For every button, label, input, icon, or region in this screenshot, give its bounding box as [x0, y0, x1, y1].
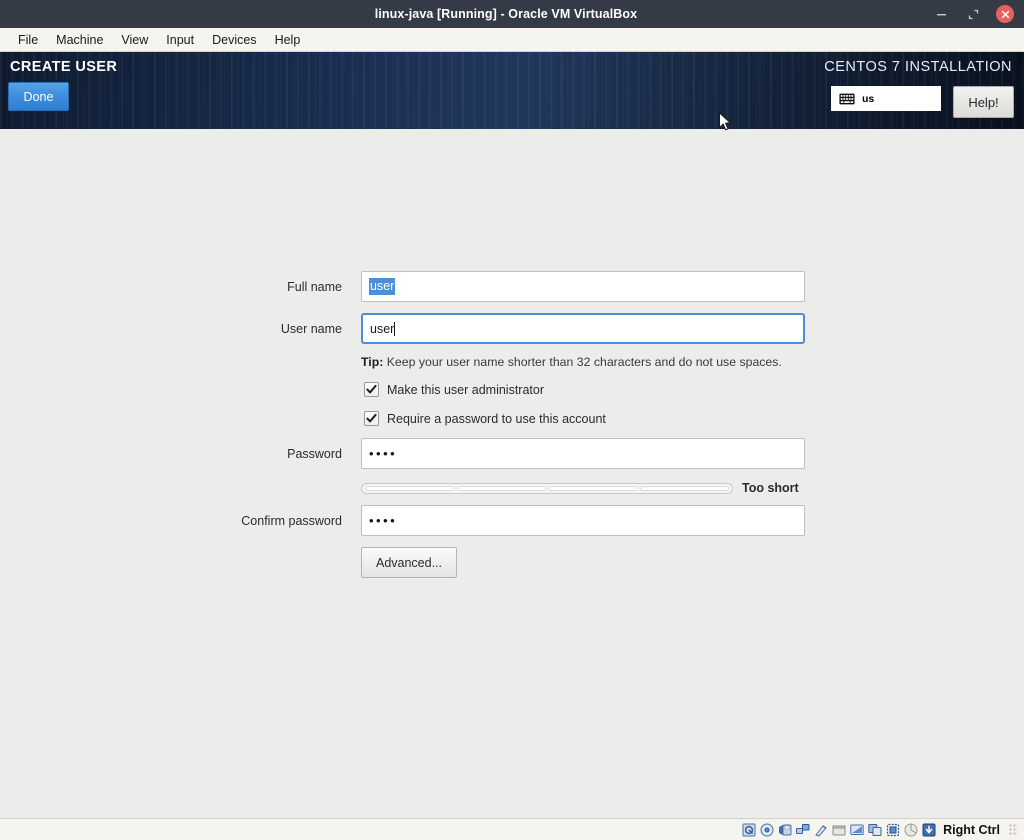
- user-name-value: user: [370, 321, 395, 336]
- vbox-statusbar: Right Ctrl: [0, 818, 1024, 840]
- installer-header: CREATE USER Done CENTOS 7 INSTALLATION u…: [0, 52, 1024, 129]
- minimize-button[interactable]: [932, 5, 950, 23]
- installer-form: Full name user User name user Tip: Keep …: [0, 129, 1024, 818]
- strength-segment: [639, 485, 729, 491]
- optical-disk-icon[interactable]: [759, 822, 774, 837]
- menu-input[interactable]: Input: [157, 31, 203, 49]
- usb-icon[interactable]: [813, 822, 828, 837]
- close-icon: [1001, 10, 1009, 18]
- keyboard-icon: [839, 93, 855, 104]
- user-name-label: User name: [280, 321, 342, 336]
- user-name-row: User name user: [129, 313, 805, 344]
- confirm-password-value: ••••: [369, 513, 398, 528]
- username-tip: Tip: Keep your user name shorter than 32…: [361, 355, 782, 369]
- admin-checkbox-label: Make this user administrator: [387, 382, 545, 397]
- shared-folder-icon[interactable]: [831, 822, 846, 837]
- require-password-checkbox-label: Require a password to use this account: [387, 411, 606, 426]
- host-key-icon[interactable]: [921, 822, 936, 837]
- require-password-checkbox-row[interactable]: Require a password to use this account: [364, 411, 606, 426]
- installer-brand: CENTOS 7 INSTALLATION: [824, 59, 1012, 75]
- host-key-label: Right Ctrl: [943, 822, 1000, 837]
- network-icon[interactable]: [795, 822, 810, 837]
- guest-screen: CREATE USER Done CENTOS 7 INSTALLATION u…: [0, 52, 1024, 818]
- close-button[interactable]: [996, 5, 1014, 23]
- window-title: linux-java [Running] - Oracle VM Virtual…: [374, 7, 638, 21]
- shared-clipboard-icon[interactable]: [867, 822, 882, 837]
- menu-view[interactable]: View: [112, 31, 157, 49]
- password-label: Password: [287, 446, 342, 461]
- page-title: CREATE USER: [10, 59, 118, 75]
- password-strength-label: Too short: [742, 481, 799, 495]
- full-name-row: Full name user: [129, 271, 805, 302]
- help-button[interactable]: Help!: [953, 86, 1014, 118]
- floppy-disk-icon[interactable]: [777, 822, 792, 837]
- keyboard-layout-indicator[interactable]: us: [831, 86, 941, 111]
- virtualization-icon[interactable]: [885, 822, 900, 837]
- window-controls: [932, 5, 1024, 23]
- full-name-value: user: [369, 278, 396, 295]
- menu-help[interactable]: Help: [266, 31, 310, 49]
- tip-text: Keep your user name shorter than 32 char…: [386, 355, 782, 369]
- tip-prefix: Tip:: [361, 355, 384, 369]
- mouse-icon[interactable]: [903, 822, 918, 837]
- admin-checkbox-row[interactable]: Make this user administrator: [364, 382, 544, 397]
- restore-button[interactable]: [964, 5, 982, 23]
- confirm-password-input[interactable]: ••••: [361, 505, 805, 536]
- vbox-titlebar: linux-java [Running] - Oracle VM Virtual…: [0, 0, 1024, 28]
- strength-segment: [548, 485, 638, 491]
- done-button[interactable]: Done: [8, 82, 69, 111]
- password-strength-bar: [361, 482, 733, 494]
- require-password-checkbox[interactable]: [364, 411, 379, 426]
- resize-grip[interactable]: [1009, 823, 1018, 836]
- menu-machine[interactable]: Machine: [47, 31, 112, 49]
- vbox-menubar: File Machine View Input Devices Help: [0, 28, 1024, 52]
- admin-checkbox[interactable]: [364, 382, 379, 397]
- check-icon: [366, 413, 377, 423]
- menu-file[interactable]: File: [9, 31, 47, 49]
- advanced-button[interactable]: Advanced...: [361, 547, 457, 578]
- password-input[interactable]: ••••: [361, 438, 805, 469]
- password-row: Password ••••: [129, 438, 805, 469]
- user-name-input[interactable]: user: [361, 313, 805, 344]
- display-icon[interactable]: [849, 822, 864, 837]
- strength-segment: [456, 485, 546, 491]
- menu-devices[interactable]: Devices: [203, 31, 265, 49]
- text-caret: [394, 321, 396, 336]
- full-name-input[interactable]: user: [361, 271, 805, 302]
- password-value: ••••: [369, 446, 398, 461]
- check-icon: [366, 384, 377, 394]
- hard-disk-icon[interactable]: [741, 822, 756, 837]
- confirm-password-row: Confirm password ••••: [129, 505, 805, 536]
- password-strength: Too short: [361, 481, 799, 495]
- keyboard-layout-label: us: [862, 92, 875, 105]
- strength-segment: [365, 485, 455, 491]
- full-name-label: Full name: [287, 279, 342, 294]
- confirm-password-label: Confirm password: [241, 513, 342, 528]
